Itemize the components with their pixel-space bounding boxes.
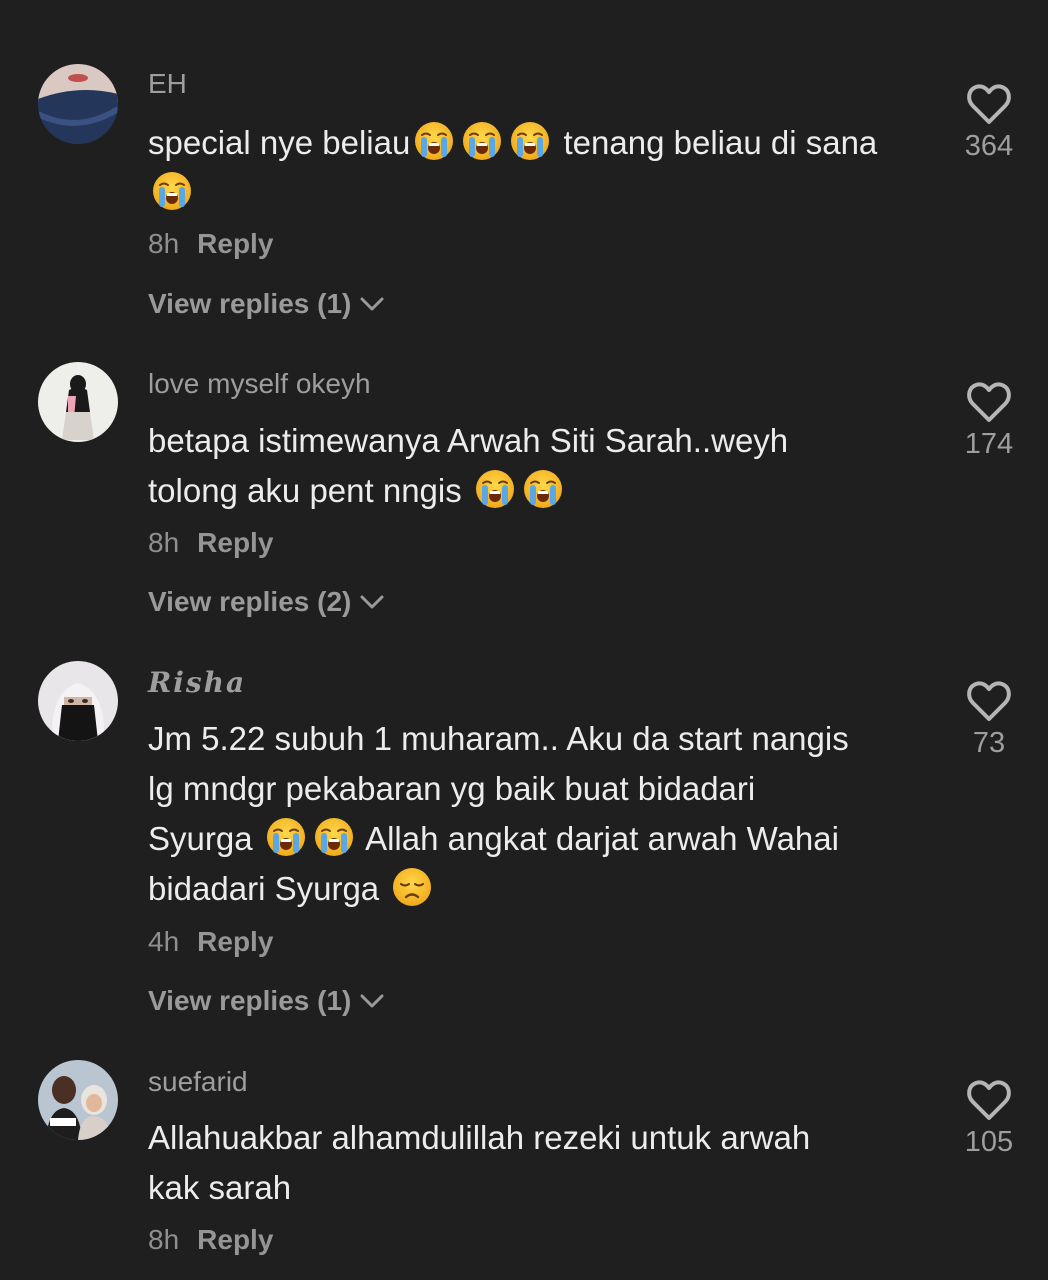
loudly-crying-face-icon: [461, 120, 503, 162]
loudly-crying-face-icon: [313, 816, 355, 858]
like-button[interactable]: 174: [948, 380, 1030, 461]
view-replies-button[interactable]: View replies (2): [148, 586, 385, 618]
disappointed-face-icon: [391, 866, 433, 908]
comment-text-part: special nye beliau: [148, 124, 411, 161]
username[interactable]: love myself okeyh: [148, 368, 371, 400]
avatar-face-closeup-icon: [38, 64, 118, 144]
view-replies-button[interactable]: View replies (1): [148, 288, 385, 320]
loudly-crying-face-icon: [265, 816, 307, 858]
reply-button[interactable]: Reply: [197, 926, 273, 957]
avatar[interactable]: [38, 64, 118, 144]
comment-text-part: bidadari Syurga: [148, 870, 380, 907]
like-button[interactable]: 105: [948, 1078, 1030, 1159]
comment-meta: 8h Reply: [148, 228, 273, 260]
view-replies-label: View replies (1): [148, 985, 352, 1016]
comment-text-line: Allahuakbar alhamdulillah rezeki untuk a…: [148, 1119, 811, 1156]
comment-meta: 8h Reply: [148, 1224, 273, 1256]
comment-meta: 4h Reply: [148, 926, 273, 958]
comment-text-line: betapa istimewanya Arwah Siti Sarah..wey…: [148, 422, 789, 459]
heart-icon: [965, 679, 1013, 723]
comment-text-line: Jm 5.22 subuh 1 muharam.. Aku da start n…: [148, 720, 849, 757]
comment-text-line: kak sarah: [148, 1169, 292, 1206]
view-replies-label: View replies (1): [148, 288, 352, 319]
comment-time: 8h: [148, 228, 180, 259]
view-replies-label: View replies (2): [148, 586, 352, 617]
comment-time: 8h: [148, 527, 180, 558]
loudly-crying-face-icon: [509, 120, 551, 162]
loudly-crying-face-icon: [151, 170, 193, 212]
like-count: 105: [964, 1126, 1014, 1158]
comment-text-part: Allah angkat darjat arwah Wahai: [365, 820, 839, 857]
chevron-down-icon: [359, 296, 385, 312]
chevron-down-icon: [359, 594, 385, 610]
comment-text-line: lg mndgr pekabaran yg baik buat bidadari: [148, 770, 756, 807]
loudly-crying-face-icon: [474, 468, 516, 510]
comment-text-part: tolong aku pent nngis: [148, 472, 462, 509]
comment-text-part: Syurga: [148, 820, 253, 857]
comment-text-line: bidadari Syurga: [148, 864, 928, 914]
avatar[interactable]: [38, 661, 118, 741]
heart-icon: [965, 1078, 1013, 1122]
comment-text: betapa istimewanya Arwah Siti Sarah..wey…: [148, 416, 928, 516]
comment-text-part: tenang beliau di sana: [554, 124, 878, 161]
avatar[interactable]: [38, 1060, 118, 1140]
comment-text-line: Syurga Allah angkat darjat arwah Wahai: [148, 814, 928, 864]
username[interactable]: Risha: [148, 666, 246, 699]
loudly-crying-face-icon: [413, 120, 455, 162]
username[interactable]: suefarid: [148, 1066, 248, 1098]
like-button[interactable]: 73: [948, 679, 1030, 760]
reply-button[interactable]: Reply: [197, 1224, 273, 1255]
loudly-crying-face-icon: [522, 468, 564, 510]
like-count: 73: [972, 727, 1006, 759]
comment-text: Jm 5.22 subuh 1 muharam.. Aku da start n…: [148, 714, 928, 914]
avatar-niqab-photo-icon: [38, 661, 118, 741]
heart-icon: [965, 82, 1013, 126]
like-button[interactable]: 364: [948, 82, 1030, 163]
reply-button[interactable]: Reply: [197, 527, 273, 558]
avatar-couple-photo-icon: [38, 1060, 118, 1140]
like-count: 364: [964, 130, 1014, 162]
reply-button[interactable]: Reply: [197, 228, 273, 259]
avatar[interactable]: [38, 362, 118, 442]
comment-text-line: tolong aku pent nngis: [148, 466, 928, 516]
comment-text: special nye beliau tenang beliau di sana: [148, 118, 928, 218]
chevron-down-icon: [359, 993, 385, 1009]
comment-time: 8h: [148, 1224, 180, 1255]
comment-text: Allahuakbar alhamdulillah rezeki untuk a…: [148, 1113, 928, 1213]
heart-icon: [965, 380, 1013, 424]
comment-time: 4h: [148, 926, 180, 957]
view-replies-button[interactable]: View replies (1): [148, 985, 385, 1017]
comment-meta: 8h Reply: [148, 527, 273, 559]
avatar-hijab-illustration-icon: [38, 362, 118, 442]
like-count: 174: [964, 428, 1014, 460]
username[interactable]: EH: [148, 68, 187, 100]
